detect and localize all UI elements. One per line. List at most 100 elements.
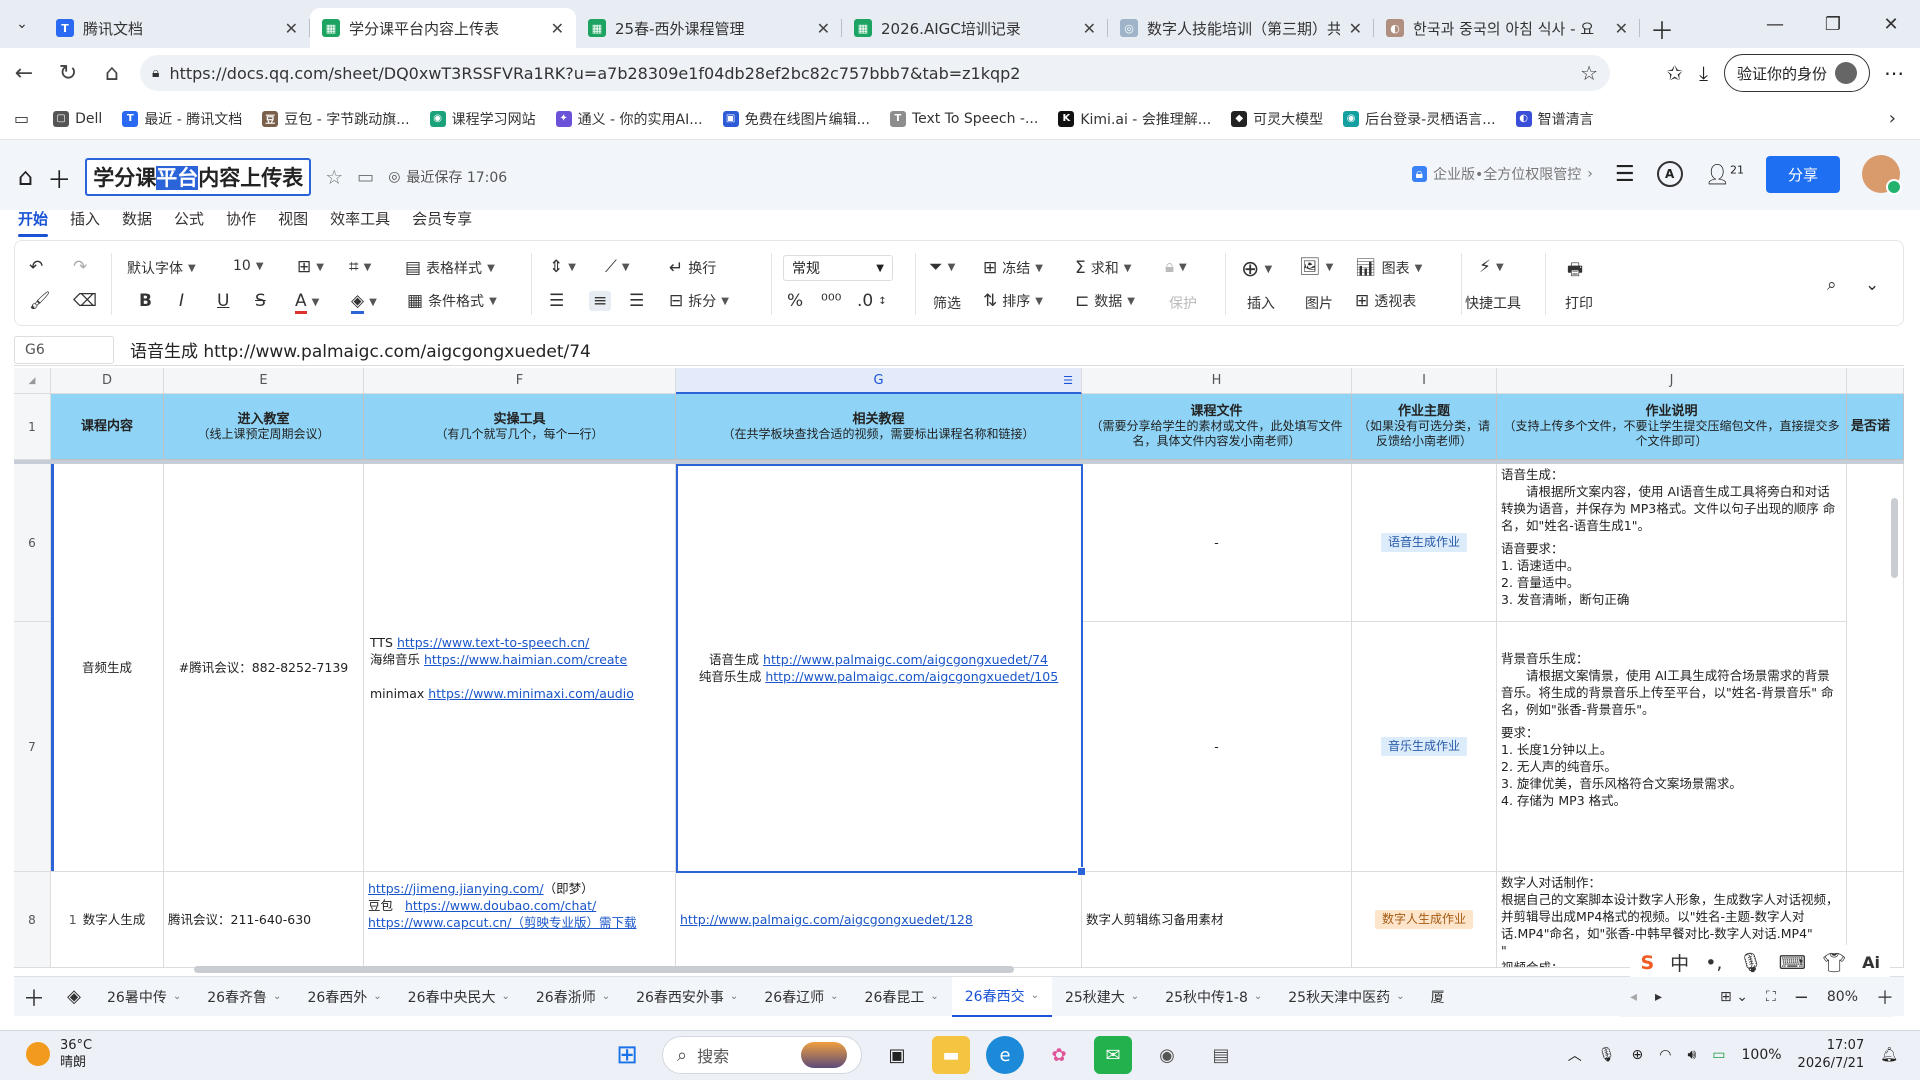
tab-search-chevron-icon[interactable]: ⌄ — [0, 0, 44, 48]
collaborators-icon[interactable]: 👤︎21 — [1705, 162, 1744, 186]
col-header-d[interactable]: D — [51, 368, 164, 394]
ribbon-tab[interactable]: 效率工具 — [330, 208, 390, 229]
browser-tab[interactable]: T 腾讯文档 ✕ — [44, 8, 310, 48]
tab-close-icon[interactable]: ✕ — [1083, 19, 1096, 38]
scroll-right-icon[interactable]: ▸ — [1655, 989, 1662, 1005]
ribbon-tab[interactable]: 视图 — [278, 208, 308, 229]
freeze-button[interactable]: ⊞ 冻结 ▼ — [983, 258, 1043, 278]
quick-tools-dropdown-icon[interactable]: ⚡︎ ▼ — [1479, 257, 1504, 277]
collapse-toolbar-icon[interactable]: ⌄ — [1865, 275, 1879, 295]
fullscreen-icon[interactable]: ⛶ — [1766, 989, 1776, 1005]
bookmark-star-icon[interactable]: ☆ — [1580, 61, 1598, 85]
sheet-tab-chevron-icon[interactable]: ⌄ — [1131, 991, 1139, 1002]
sheet-tab[interactable]: 26春西安外事 ⌄ — [623, 977, 751, 1017]
sheet-tab-chevron-icon[interactable]: ⌄ — [1396, 991, 1404, 1002]
ime-chinese-icon[interactable]: 中 — [1670, 949, 1689, 976]
sheet-tab[interactable]: 26暑中传 ⌄ — [94, 977, 194, 1017]
conditional-format-button[interactable]: ▦ 条件格式 ▼ — [407, 291, 497, 311]
font-size-select[interactable]: 10 ▼ — [233, 258, 264, 274]
merge-icon[interactable]: ⌗ ▼ — [349, 257, 371, 277]
border-icon[interactable]: ⊞ ▼ — [297, 257, 324, 277]
tool-link-jimeng[interactable]: https://jimeng.jianying.com/ — [368, 881, 544, 896]
volume-icon[interactable]: 🔊︎ — [1687, 1047, 1696, 1063]
sheet-tab[interactable]: 26春西交 ⌄ — [951, 976, 1052, 1017]
ime-punct-icon[interactable]: •, — [1705, 952, 1722, 974]
underline-icon[interactable]: U — [217, 291, 229, 311]
bookmark-item[interactable]: ✦ 通义 - 你的实用AI... — [546, 109, 713, 129]
tab-close-icon[interactable]: ✕ — [1615, 19, 1628, 38]
align-right-icon[interactable]: ☰ — [629, 291, 644, 311]
wifi-icon[interactable]: ◠ — [1659, 1047, 1671, 1063]
chart-button[interactable]: 📊︎ 图表 ▼ — [1355, 258, 1422, 278]
sheet-tab-chevron-icon[interactable]: ⌄ — [501, 991, 509, 1002]
taskbar-search[interactable]: ⌕ 搜索 — [662, 1036, 862, 1074]
filter-button[interactable]: 筛选 — [933, 293, 961, 313]
sheet-tab[interactable]: 26春昆工 ⌄ — [852, 977, 952, 1017]
number-format-select[interactable]: 常规 ▼ — [783, 255, 893, 281]
row-header-1[interactable]: 1 — [14, 394, 51, 460]
cell-topic-row6[interactable]: 语音生成作业 — [1352, 464, 1497, 622]
maximize-icon[interactable]: ❐ — [1804, 0, 1862, 48]
weather-widget[interactable]: 36°C 晴朗 — [26, 1037, 92, 1071]
vertical-scrollbar[interactable] — [1891, 498, 1898, 578]
zoom-in-icon[interactable]: ＋ — [1876, 984, 1894, 1010]
cell-tools-digital[interactable]: https://jimeng.jianying.com/（即梦） 豆包 http… — [364, 872, 676, 968]
italic-icon[interactable]: I — [179, 291, 184, 311]
sheet-tab[interactable]: 25秋建大 ⌄ — [1052, 977, 1152, 1017]
notification-icon[interactable]: 🔔︎ — [1880, 1047, 1898, 1063]
ribbon-tab[interactable]: 数据 — [122, 208, 152, 229]
cell-desc-row6[interactable]: 语音生成： 请根据所文案内容，使用 AI语音生成工具将旁白和对话转换为语音，并保… — [1497, 464, 1847, 622]
sheet-tab[interactable]: 26春齐鲁 ⌄ — [194, 977, 294, 1017]
sheet-tab-chevron-icon[interactable]: ⌄ — [273, 991, 281, 1002]
minimize-icon[interactable]: — — [1746, 0, 1804, 48]
tab-close-icon[interactable]: ✕ — [1349, 19, 1362, 38]
folder-icon[interactable]: ▭ — [357, 167, 374, 188]
sheet-tab-chevron-icon[interactable]: ⌄ — [930, 991, 938, 1002]
sort-button[interactable]: ⇅ 排序 ▼ — [983, 291, 1043, 311]
wechat-icon[interactable]: ✉︎ — [1094, 1036, 1132, 1074]
task-view-icon[interactable]: ▣ — [878, 1036, 916, 1074]
bookmark-item[interactable]: K Kimi.ai - 会推理解... — [1048, 109, 1221, 129]
cell-file-row6[interactable]: - — [1082, 464, 1352, 622]
verify-identity-button[interactable]: 验证你的身份 — [1723, 54, 1870, 92]
battery-icon[interactable]: ▭ — [1712, 1047, 1725, 1063]
print-button[interactable]: 打印 — [1565, 293, 1593, 313]
tutorial-link-music[interactable]: http://www.palmaigc.com/aigcgongxuedet/1… — [765, 669, 1058, 684]
col-header-k[interactable] — [1847, 368, 1904, 394]
protect-dropdown-icon[interactable]: 🔒︎ ▼ — [1165, 257, 1187, 277]
print-icon[interactable]: 🖶 — [1567, 257, 1583, 286]
ribbon-tab[interactable]: 会员专享 — [412, 208, 472, 229]
cell-course-digital[interactable]: 1 数字人生成 — [51, 872, 164, 968]
row-header-8[interactable]: 8 — [14, 872, 51, 968]
undo-icon[interactable]: ↶ — [29, 257, 43, 277]
protect-button[interactable]: 保护 — [1169, 293, 1197, 313]
pivot-button[interactable]: ⊞ 透视表 — [1355, 291, 1416, 311]
cell-topic-row7[interactable]: 音乐生成作业 — [1352, 622, 1497, 872]
cell-file-row7[interactable]: - — [1082, 622, 1352, 872]
clear-format-icon[interactable]: ⌫ — [73, 291, 97, 311]
col-header-e[interactable]: E — [164, 368, 364, 394]
browser-tab[interactable]: ▦ 2026.AIGC培训记录 ✕ — [842, 8, 1108, 48]
tab-close-icon[interactable]: ✕ — [551, 19, 564, 38]
col-header-f[interactable]: F — [364, 368, 676, 394]
edge-browser-icon[interactable]: e — [986, 1036, 1024, 1074]
formula-input[interactable]: 语音生成 http://www.palmaigc.com/aigcgongxue… — [114, 337, 591, 362]
cell-desc-row7[interactable]: 背景音乐生成： 请根据文案情景，使用 AI工具生成符合场景需求的背景音乐。将生成… — [1497, 622, 1847, 872]
new-tab-button[interactable]: ＋ — [1640, 8, 1684, 48]
doc-title-input[interactable]: 学分课平台内容上传表 — [85, 158, 312, 196]
tool-link-doubao[interactable]: https://www.doubao.com/chat/ — [405, 898, 596, 913]
sheet-tab-chevron-icon[interactable]: ⌄ — [730, 991, 738, 1002]
image-button[interactable]: 图片 — [1305, 293, 1333, 313]
cell-file-digital[interactable]: 数字人剪辑练习备用素材 — [1082, 872, 1352, 968]
fill-color-icon[interactable]: ◈ ▼ — [351, 291, 377, 314]
sheet-list-icon[interactable]: ◈ — [54, 986, 94, 1007]
percent-icon[interactable]: % — [787, 291, 803, 311]
tray-chevron-icon[interactable]: ︿ — [1568, 1045, 1582, 1065]
align-center-icon[interactable]: ≡ — [589, 291, 612, 311]
sheet-tab[interactable]: 厦 — [1417, 977, 1457, 1017]
camera-app-icon[interactable]: ◉ — [1148, 1036, 1186, 1074]
sheet-tab[interactable]: 25秋天津中医药 ⌄ — [1275, 977, 1417, 1017]
bookmark-item[interactable]: T Text To Speech -... — [880, 110, 1048, 127]
bookmark-item[interactable]: ◉ 课程学习网站 — [420, 109, 546, 129]
filter-dropdown-icon[interactable]: ⏷ ▼ — [929, 257, 955, 277]
